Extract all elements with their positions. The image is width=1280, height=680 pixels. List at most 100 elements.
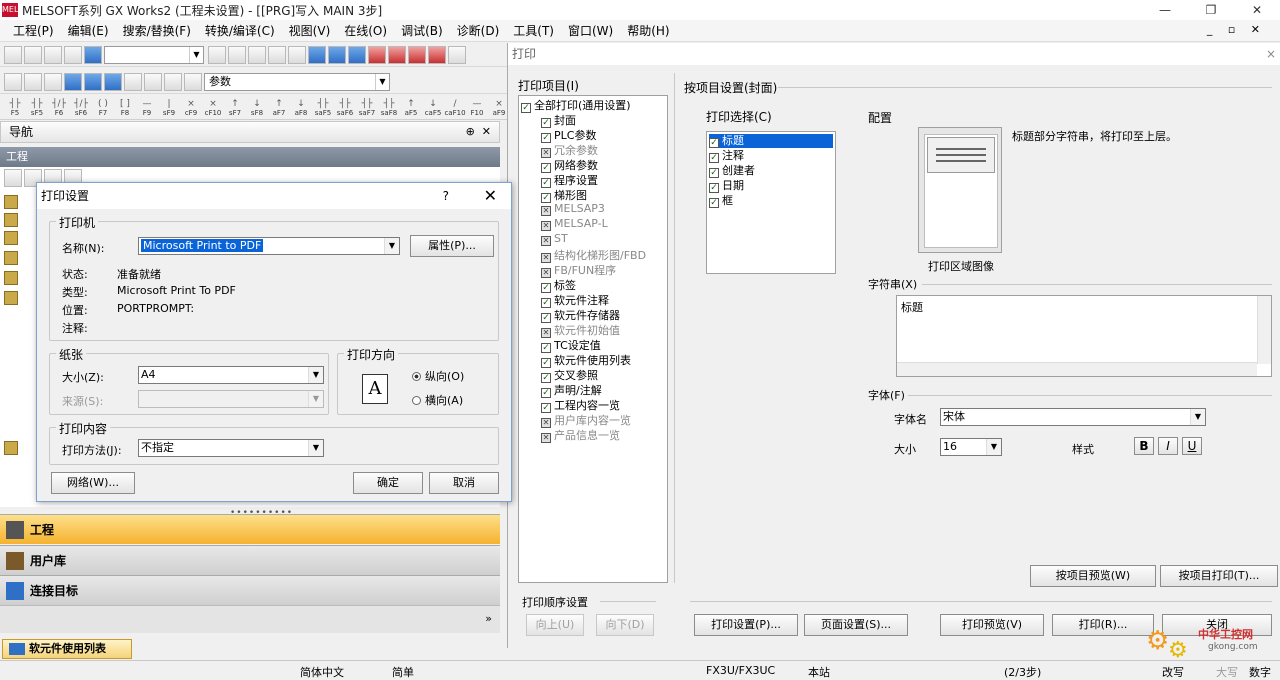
print-item[interactable]: 工程内容一览 (541, 397, 620, 413)
tree-node-icon[interactable] (4, 441, 34, 457)
italic-button[interactable]: I (1158, 437, 1178, 455)
checkbox-disabled-icon[interactable] (541, 236, 551, 246)
operation-invert-icon[interactable]: ↓ caF5 (422, 99, 444, 119)
save-icon[interactable] (44, 45, 62, 64)
print-preview-button[interactable]: 打印预览(V) (940, 614, 1044, 636)
function-icon[interactable]: [ ] F8 (114, 99, 136, 119)
contact-ext-2-icon[interactable]: ┤├ saF6 (334, 99, 356, 119)
print-item[interactable]: TC设定值 (541, 337, 601, 353)
monitor-write-icon[interactable] (408, 45, 426, 64)
delete-hline-icon[interactable]: × cF9 (180, 99, 202, 119)
undo-icon[interactable] (268, 45, 286, 64)
print-select-list[interactable]: 标题注释创建者日期框 (706, 131, 836, 274)
checkbox-disabled-icon[interactable] (541, 221, 551, 231)
tree-node-icon[interactable] (4, 291, 34, 307)
paper-size-select[interactable]: A4 ▼ (138, 366, 324, 384)
paste-icon[interactable] (248, 45, 266, 64)
no-contact-icon[interactable]: ┤├ F5 (4, 99, 26, 119)
menu-tools[interactable]: 工具(T) (506, 22, 561, 39)
print-item[interactable]: 交叉参照 (541, 367, 598, 383)
cancel-button[interactable]: 取消 (429, 472, 499, 494)
print-item[interactable]: MELSAP-L (541, 217, 608, 231)
checkbox-disabled-icon[interactable] (541, 206, 551, 216)
copy-icon[interactable] (228, 45, 246, 64)
print-item[interactable]: 用户库内容一览 (541, 412, 631, 428)
navigation-icon[interactable] (4, 72, 22, 91)
string-textarea[interactable]: 标题 (896, 295, 1272, 377)
nav-button-project[interactable]: 工程 (0, 514, 500, 544)
print-item[interactable]: 标签 (541, 277, 576, 293)
paper-source-select[interactable]: ▼ (138, 390, 324, 408)
redo-icon[interactable] (288, 45, 306, 64)
print-item[interactable]: PLC参数 (541, 127, 596, 143)
menu-window[interactable]: 窗口(W) (561, 22, 620, 39)
invert-icon[interactable]: / caF10 (444, 99, 466, 119)
toolbar-combo-1[interactable]: ▼ (104, 45, 204, 64)
delete-line-icon[interactable]: × aF9 (488, 99, 508, 119)
parallel-rising-icon[interactable]: ↑ aF7 (268, 99, 290, 119)
print-item[interactable]: 声明/注解 (541, 382, 602, 398)
print-select-item[interactable]: 注释 (709, 149, 833, 163)
print-item[interactable]: 软元件存储器 (541, 307, 620, 323)
pin-icon[interactable]: ⊕ (466, 125, 475, 138)
print-select-item[interactable]: 框 (709, 194, 833, 208)
print-item[interactable]: 封面 (541, 112, 576, 128)
menu-project[interactable]: 工程(P) (6, 22, 61, 39)
font-size-select[interactable]: 16 ▼ (940, 438, 1002, 456)
parallel-nc-contact-icon[interactable]: ┤/├ sF6 (70, 99, 92, 119)
help-icon[interactable]: ? (443, 183, 449, 209)
print-button[interactable]: 打印(R)... (1052, 614, 1154, 636)
monitor-stop-icon[interactable] (388, 45, 406, 64)
vline-icon[interactable]: | sF9 (158, 99, 180, 119)
output-window-icon[interactable] (44, 72, 62, 91)
properties-button[interactable]: 属性(P)... (410, 235, 494, 257)
minimize-button[interactable]: — (1142, 0, 1188, 20)
item-preview-button[interactable]: 按项目预览(W) (1030, 565, 1156, 587)
print-item[interactable]: MELSAP3 (541, 202, 605, 216)
partner-list-icon[interactable] (24, 72, 42, 91)
network-button[interactable]: 网络(W)... (51, 472, 135, 494)
nav-button-connection[interactable]: 连接目标 (0, 575, 500, 605)
menu-help[interactable]: 帮助(H) (620, 22, 676, 39)
checkbox-checked-icon[interactable] (709, 198, 719, 208)
restore-button[interactable]: ❐ (1188, 0, 1234, 20)
print-icon[interactable] (64, 45, 82, 64)
cross-reference-icon[interactable] (164, 72, 182, 91)
ok-button[interactable]: 确定 (353, 472, 423, 494)
tree-node-icon[interactable] (4, 251, 34, 267)
checkbox-checked-icon[interactable] (521, 103, 531, 113)
move-up-button[interactable]: 向上(U) (526, 614, 584, 636)
portrait-radio[interactable]: 纵向(O) (412, 368, 464, 384)
menu-debug[interactable]: 调试(B) (394, 22, 450, 39)
checkbox-checked-icon[interactable] (709, 138, 719, 148)
print-item[interactable]: 梯形图 (541, 187, 587, 203)
operation-result-icon[interactable]: ↑ aF5 (400, 99, 422, 119)
underline-button[interactable]: U (1182, 437, 1202, 455)
print-setup-button[interactable]: 打印设置(P)... (694, 614, 798, 636)
item-print-button[interactable]: 按项目打印(T)... (1160, 565, 1278, 587)
help-icon[interactable] (84, 45, 102, 64)
menu-convert[interactable]: 转换/编译(C) (198, 22, 282, 39)
menu-find-replace[interactable]: 搜索/替换(F) (116, 22, 198, 39)
verify-plc-icon[interactable] (348, 45, 366, 64)
horizontal-scrollbar[interactable] (897, 362, 1257, 376)
print-item[interactable]: 软元件使用列表 (541, 352, 631, 368)
print-item[interactable]: 全部打印(通用设置) (521, 97, 631, 113)
print-items-tree[interactable]: 全部打印(通用设置) 封面 PLC参数冗余参数网络参数程序设置梯形图MELSAP3 M… (518, 95, 668, 583)
mdi-controls[interactable]: _ ▫ ✕ (1207, 23, 1266, 36)
print-item[interactable]: 程序设置 (541, 172, 598, 188)
draw-line-icon[interactable]: — F10 (466, 99, 488, 119)
print-select-item[interactable]: 标题 (709, 134, 833, 148)
checkbox-checked-icon[interactable] (709, 183, 719, 193)
contact-ext-4-icon[interactable]: ┤├ saF8 (378, 99, 400, 119)
print-select-item[interactable]: 创建者 (709, 164, 833, 178)
open-folder-icon[interactable] (24, 45, 42, 64)
falling-pulse-icon[interactable]: ↓ sF8 (246, 99, 268, 119)
parameter-combo[interactable]: 参数 ▼ (204, 72, 390, 91)
close-icon[interactable]: × (1266, 43, 1276, 65)
tab-device-list[interactable]: 软元件使用列表 (2, 639, 132, 659)
device-test-icon[interactable] (448, 45, 466, 64)
more-icon[interactable]: » (485, 612, 492, 625)
debug-icon[interactable] (428, 45, 446, 64)
tree-node-icon[interactable] (4, 271, 34, 287)
